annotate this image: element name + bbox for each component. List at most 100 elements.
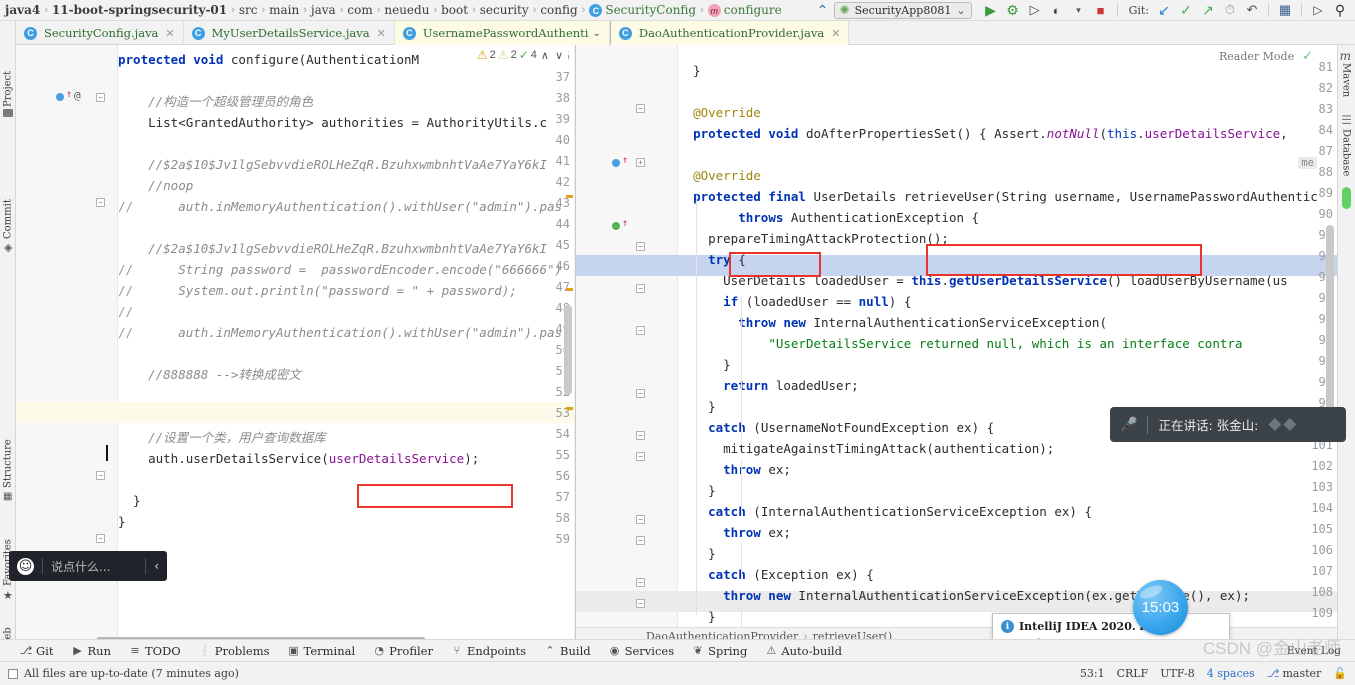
sidebar-item-project[interactable]: Project xyxy=(0,45,16,107)
code-line[interactable]: } xyxy=(118,490,141,511)
breadcrumb-item-11-boot-springsecurity-01[interactable]: 11-boot-springsecurity-01 xyxy=(49,3,230,17)
fold-icon-104[interactable]: − xyxy=(636,536,645,545)
previous-problem-icon[interactable]: ∧ xyxy=(539,49,551,62)
code-line[interactable]: prepareTimingAttackProtection(); xyxy=(678,228,949,249)
bottom-tool-auto-build[interactable]: ⚠ Auto-build xyxy=(765,644,842,658)
inspection-widget[interactable]: ⚠ 2 ⚠ 2 ✓ 4 ∧ ∨ xyxy=(473,47,568,63)
code-line[interactable]: throw ex; xyxy=(678,459,791,480)
chat-input[interactable]: 说点什么... xyxy=(51,558,137,575)
code-line[interactable]: //noop xyxy=(118,175,193,196)
code-line[interactable]: @Override xyxy=(678,165,761,186)
bottom-tool-run[interactable]: ▶ Run xyxy=(72,644,111,658)
code-line[interactable]: throw ex; xyxy=(678,522,791,543)
breakpoint-icon-89[interactable] xyxy=(612,222,620,230)
caret-position[interactable]: 53:1 xyxy=(1080,667,1105,680)
code-line[interactable]: catch (UsernameNotFoundException ex) { xyxy=(678,417,994,438)
bottom-tool-services[interactable]: ◉ Services xyxy=(609,644,674,658)
code-line[interactable]: return loadedUser; xyxy=(678,375,858,396)
code-line[interactable]: catch (Exception ex) { xyxy=(678,564,874,585)
bottom-tool-terminal[interactable]: ▣ Terminal xyxy=(288,644,355,658)
profile-icon[interactable]: ◐ xyxy=(1048,1,1066,19)
bottom-tool-git[interactable]: ⎇ Git xyxy=(20,644,54,658)
fold-icon-97[interactable]: − xyxy=(636,389,645,398)
indent-setting[interactable]: 4 spaces xyxy=(1207,667,1255,680)
reader-mode-widget[interactable]: Reader Mode ✓ xyxy=(1219,49,1313,64)
code-line[interactable]: // xyxy=(118,301,133,322)
code-line[interactable]: protected void configure(AuthenticationM xyxy=(118,49,419,70)
error-stripe-warning-2[interactable] xyxy=(566,288,573,291)
bottom-tool-endpoints[interactable]: ⑂ Endpoints xyxy=(451,644,526,658)
expand-toolbar-icon[interactable]: ⌃ xyxy=(814,1,832,19)
run-anything-icon[interactable]: ▷ xyxy=(1309,1,1327,19)
code-line[interactable]: UserDetails loadedUser = this.getUserDet… xyxy=(678,270,1288,291)
chevron-left-icon[interactable]: ‹ xyxy=(154,559,159,573)
chevron-down-icon[interactable]: ⌄ xyxy=(592,28,600,39)
breadcrumb-item-java[interactable]: java xyxy=(308,3,339,17)
close-icon[interactable]: ✕ xyxy=(165,27,174,40)
clock-widget[interactable]: 15:03 xyxy=(1133,580,1188,635)
breadcrumb-item-config[interactable]: config xyxy=(537,3,580,17)
code-line[interactable]: } xyxy=(118,511,126,532)
bottom-tool-build[interactable]: ⌃ Build xyxy=(544,644,590,658)
right-editor-gutter[interactable] xyxy=(576,45,630,645)
chevron-down-icon[interactable]: ⌄ xyxy=(956,4,965,17)
breadcrumb-item-src[interactable]: src xyxy=(236,3,261,17)
fold-icon-106[interactable]: − xyxy=(636,578,645,587)
code-line[interactable]: protected void doAfterPropertiesSet() { … xyxy=(678,123,1288,144)
sidebar-item-maven[interactable]: Maven xyxy=(1338,63,1354,105)
branch-widget[interactable]: ⎇ master xyxy=(1267,667,1322,680)
code-line[interactable]: // auth.inMemoryAuthentication().withUse… xyxy=(118,322,562,343)
breadcrumb-item-main[interactable]: main xyxy=(266,3,302,17)
code-line[interactable]: throws AuthenticationException { xyxy=(678,207,979,228)
code-line[interactable]: } xyxy=(678,60,701,81)
bottom-tool-todo[interactable]: ≡ TODO xyxy=(129,644,180,658)
code-line[interactable]: throw new InternalAuthenticationServiceE… xyxy=(678,312,1107,333)
code-line[interactable]: mitigateAgainstTimingAttack(authenticati… xyxy=(678,438,1054,459)
tab-usernamepasswordauthenti[interactable]: C UsernamePasswordAuthenti ⌄ xyxy=(394,21,610,45)
breadcrumb-item-security[interactable]: security xyxy=(477,3,532,17)
fold-icon-99[interactable]: − xyxy=(636,431,645,440)
tab-myuserdetailsservice-java[interactable]: C MyUserDetailsService.java ✕ xyxy=(184,21,395,45)
fold-icon-103[interactable]: − xyxy=(636,515,645,524)
code-line[interactable]: //设置一个类，用户查询数据库 xyxy=(118,427,326,448)
fold-icon-57[interactable]: − xyxy=(96,534,105,543)
debug-icon[interactable]: ⚙ xyxy=(1004,1,1022,19)
left-editor-vertical-scrollbar[interactable] xyxy=(564,305,572,395)
speaking-indicator-overlay[interactable]: 🎤 正在讲话: 张金山: xyxy=(1110,407,1346,442)
fold-icon-36[interactable]: − xyxy=(96,93,105,102)
run-icon[interactable]: ▶ xyxy=(982,1,1000,19)
left-editor-code[interactable]: protected void configure(AuthenticationM… xyxy=(118,45,574,645)
breadcrumb-item-configure[interactable]: m configure xyxy=(705,3,785,18)
code-line[interactable]: List<GrantedAuthority> authorities = Aut… xyxy=(118,112,547,133)
bottom-tool-profiler[interactable]: ◔ Profiler xyxy=(373,644,433,658)
emoji-icon[interactable]: ☺ xyxy=(17,557,34,575)
git-commit-icon[interactable]: ✓ xyxy=(1177,1,1195,19)
code-line[interactable]: "UserDetailsService returned null, which… xyxy=(678,333,1242,354)
right-editor-code[interactable]: } @Override protected void doAfterProper… xyxy=(678,45,1337,645)
close-icon[interactable]: ✕ xyxy=(831,27,840,40)
bottom-tool-spring[interactable]: ❦ Spring xyxy=(692,644,748,658)
sidebar-item-database[interactable]: Database xyxy=(1338,129,1354,187)
git-history-icon[interactable]: ⏱ xyxy=(1221,1,1239,19)
code-line[interactable]: //构造一个超级管理员的角色 xyxy=(118,91,313,112)
lock-icon[interactable]: 🔓 xyxy=(1333,667,1347,680)
line-separator[interactable]: CRLF xyxy=(1117,667,1149,680)
sidebar-item-structure[interactable]: Structure xyxy=(0,416,16,488)
at-override-icon[interactable]: @ xyxy=(74,89,81,102)
code-line[interactable]: protected final UserDetails retrieveUser… xyxy=(678,186,1318,207)
stop-icon[interactable]: ■ xyxy=(1092,1,1110,19)
chat-input-bar[interactable]: ☺ 说点什么... ‹ xyxy=(9,551,167,581)
code-line[interactable]: try { xyxy=(678,249,746,270)
code-line[interactable]: if (loadedUser == null) { xyxy=(678,291,911,312)
code-line[interactable]: //$2a$10$Jv1lgSebvvdieROLHeZqR.Bzuhxwmbn… xyxy=(118,238,547,259)
run-with-coverage-icon[interactable]: ▷ xyxy=(1026,1,1044,19)
code-line[interactable]: auth.userDetailsService(userDetailsServi… xyxy=(118,448,479,469)
breadcrumb-item-java4[interactable]: java4 xyxy=(2,3,43,17)
breadcrumb-item-boot[interactable]: boot xyxy=(438,3,471,17)
error-stripe-warning[interactable] xyxy=(566,195,573,198)
run-dropdown-icon[interactable]: ▾ xyxy=(1070,1,1088,19)
fold-icon-84[interactable]: + xyxy=(636,158,645,167)
bottom-tool-problems[interactable]: ❕ Problems xyxy=(198,644,270,658)
fold-icon-100[interactable]: − xyxy=(636,452,645,461)
code-line[interactable]: // auth.inMemoryAuthentication().withUse… xyxy=(118,196,562,217)
